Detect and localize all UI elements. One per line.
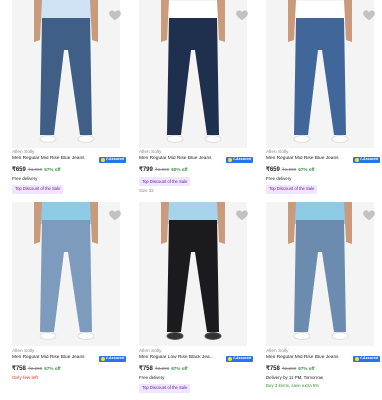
discount-label: 67% off [44,365,61,371]
product-image[interactable] [12,0,120,148]
product-card[interactable]: Allen Solly Men Regular Low Rise Black J… [131,200,255,400]
price-row: ₹758 ₹2,299 67% off [139,365,255,373]
price-row: ₹758 ₹2,299 67% off [266,365,382,373]
delivery-info: Free delivery [266,176,292,182]
discount-label: 67% off [44,166,61,172]
promo-tag: Top Discount of the Sale [12,184,64,194]
product-card[interactable]: Allen Solly Men Regular Mid Rise Blue Je… [131,0,255,200]
product-image[interactable] [12,202,120,346]
price-row: ₹659 ₹1,999 67% off [12,166,128,174]
product-title[interactable]: Men Regular Mid Rise Blue Jeans [266,156,339,162]
product-price: ₹758 [139,365,153,372]
product-mrp: ₹1,999 [281,166,297,172]
size-label: Size 32 [139,187,154,193]
product-mrp: ₹2,299 [27,365,43,371]
offer-text: Buy 3 items, save extra 5% [266,382,320,388]
heart-icon[interactable] [235,208,249,222]
product-grid: Allen Solly Men Regular Mid Rise Blue Je… [0,0,382,400]
discount-label: 67% off [298,365,315,371]
product-info: Allen Solly Men Regular Mid Rise Blue Je… [266,349,382,389]
product-mrp: ₹1,999 [154,166,170,172]
product-card[interactable]: Allen Solly Men Regular Mid Rise Blue Je… [4,200,128,400]
heart-icon[interactable] [362,8,376,22]
product-image[interactable] [266,202,374,346]
heart-icon[interactable] [108,208,122,222]
product-mrp: ₹1,999 [27,166,43,172]
flipkart-assured-icon: f-Assured [99,355,126,362]
product-title[interactable]: Men Regular Mid Rise Blue Jeans [139,156,212,162]
product-info: Allen Solly Men Regular Mid Rise Blue Je… [12,349,128,381]
product-info: Allen Solly Men Regular Mid Rise Blue Je… [266,150,382,194]
flipkart-assured-icon: f-Assured [99,156,126,163]
product-title[interactable]: Men Regular Mid Rise Blue Jeans [12,355,85,361]
product-price: ₹659 [266,166,280,173]
flipkart-assured-icon: f-Assured [226,156,253,163]
stock-info: Only few left [12,375,39,381]
product-card[interactable]: Allen Solly Men Regular Mid Rise Blue Je… [4,0,128,200]
delivery-info: Free delivery [139,375,165,381]
heart-icon[interactable] [362,208,376,222]
product-price: ₹758 [12,365,26,372]
promo-tag: Top Discount of the Sale [139,383,191,393]
product-title[interactable]: Men Regular Low Rise Black Jea... [139,355,214,361]
product-card[interactable]: Allen Solly Men Regular Mid Rise Blue Je… [258,0,382,200]
price-row: ₹799 ₹1,999 60% off [139,166,255,174]
product-info: Allen Solly Men Regular Mid Rise Blue Je… [139,150,255,194]
heart-icon[interactable] [108,8,122,22]
product-price: ₹758 [266,365,280,372]
delivery-info: Free delivery [12,176,38,182]
discount-label: 67% off [298,166,315,172]
product-image[interactable] [139,0,247,148]
product-price: ₹659 [12,166,26,173]
product-price: ₹799 [139,166,153,173]
product-card[interactable]: Allen Solly Men Regular Mid Rise Blue Je… [258,200,382,400]
discount-label: 67% off [171,365,188,371]
discount-label: 60% off [171,166,188,172]
product-image[interactable] [266,0,374,148]
product-mrp: ₹2,299 [281,365,297,371]
promo-tag: Top Discount of the Sale [139,177,191,186]
delivery-info: Delivery by 11 PM, Tomorrow [266,375,323,381]
flipkart-assured-icon: f-Assured [353,355,380,362]
product-image[interactable] [139,202,247,346]
flipkart-assured-icon: f-Assured [226,355,253,362]
product-info: Allen Solly Men Regular Mid Rise Blue Je… [12,150,128,194]
flipkart-assured-icon: f-Assured [353,156,380,163]
product-title[interactable]: Men Regular Mid Rise Blue Jeans [12,156,85,162]
price-row: ₹758 ₹2,299 67% off [12,365,128,373]
price-row: ₹659 ₹1,999 67% off [266,166,382,174]
product-title[interactable]: Men Regular Mid Rise Blue Jeans [266,355,339,361]
product-info: Allen Solly Men Regular Low Rise Black J… [139,349,255,393]
heart-icon[interactable] [235,8,249,22]
product-mrp: ₹2,299 [154,365,170,371]
promo-tag: Top Discount of the Sale [266,184,318,194]
